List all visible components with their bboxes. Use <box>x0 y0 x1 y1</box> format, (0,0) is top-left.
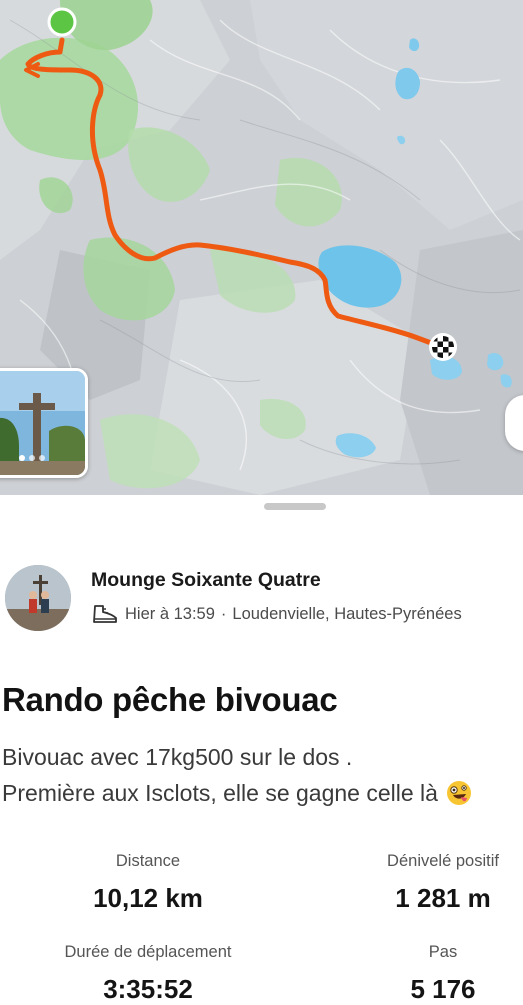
meta-separator: · <box>220 604 227 623</box>
sheet-drag-handle[interactable] <box>264 503 326 510</box>
description-text: Première aux Isclots, elle se gagne cell… <box>2 780 438 806</box>
stat-elevation-label: Dénivelé positif <box>387 852 499 870</box>
activity-location: Loudenvielle, Hautes-Pyrénées <box>232 604 462 623</box>
stat-distance-label: Distance <box>115 852 181 870</box>
avatar[interactable] <box>5 565 71 631</box>
stat-steps-value: 5 176 <box>410 974 476 1004</box>
photo-thumbnail[interactable] <box>0 368 88 478</box>
stat-steps-label: Pas <box>428 943 458 961</box>
finish-flag-icon <box>429 333 457 361</box>
activity-sheet: Mounge Soixante Quatre Hier à 13:59 · Lo… <box>0 495 523 1004</box>
description-line-2: Première aux Isclots, elle se gagne cell… <box>2 775 520 816</box>
hiking-boot-icon <box>91 603 119 625</box>
activity-meta: Hier à 13:59 · Loudenvielle, Hautes-Pyré… <box>91 603 462 625</box>
stat-steps: Pas 5 176 <box>353 943 523 1005</box>
stat-moving-time-label: Durée de déplacement <box>64 943 232 961</box>
stat-distance-value: 10,12 km <box>93 883 203 913</box>
route-map[interactable] <box>0 0 523 495</box>
activity-date: Hier à 13:59 <box>125 604 215 623</box>
stat-elevation-value: 1 281 m <box>395 883 491 913</box>
photo-pager <box>19 455 45 461</box>
zany-face-emoji-icon <box>446 780 472 816</box>
start-marker-icon <box>47 7 77 37</box>
activity-description: Bivouac avec 17kg500 sur le dos . Premiè… <box>2 739 520 816</box>
activity-title: Rando pêche bivouac <box>2 681 338 718</box>
stat-moving-time-value: 3:35:52 <box>103 974 193 1004</box>
stat-moving-time: Durée de déplacement 3:35:52 <box>38 943 258 1005</box>
stat-distance: Distance 10,12 km <box>48 852 248 914</box>
description-line-1: Bivouac avec 17kg500 sur le dos . <box>2 744 353 770</box>
stat-elevation: Dénivelé positif 1 281 m <box>343 852 523 914</box>
athlete-name[interactable]: Mounge Soixante Quatre <box>91 569 321 592</box>
